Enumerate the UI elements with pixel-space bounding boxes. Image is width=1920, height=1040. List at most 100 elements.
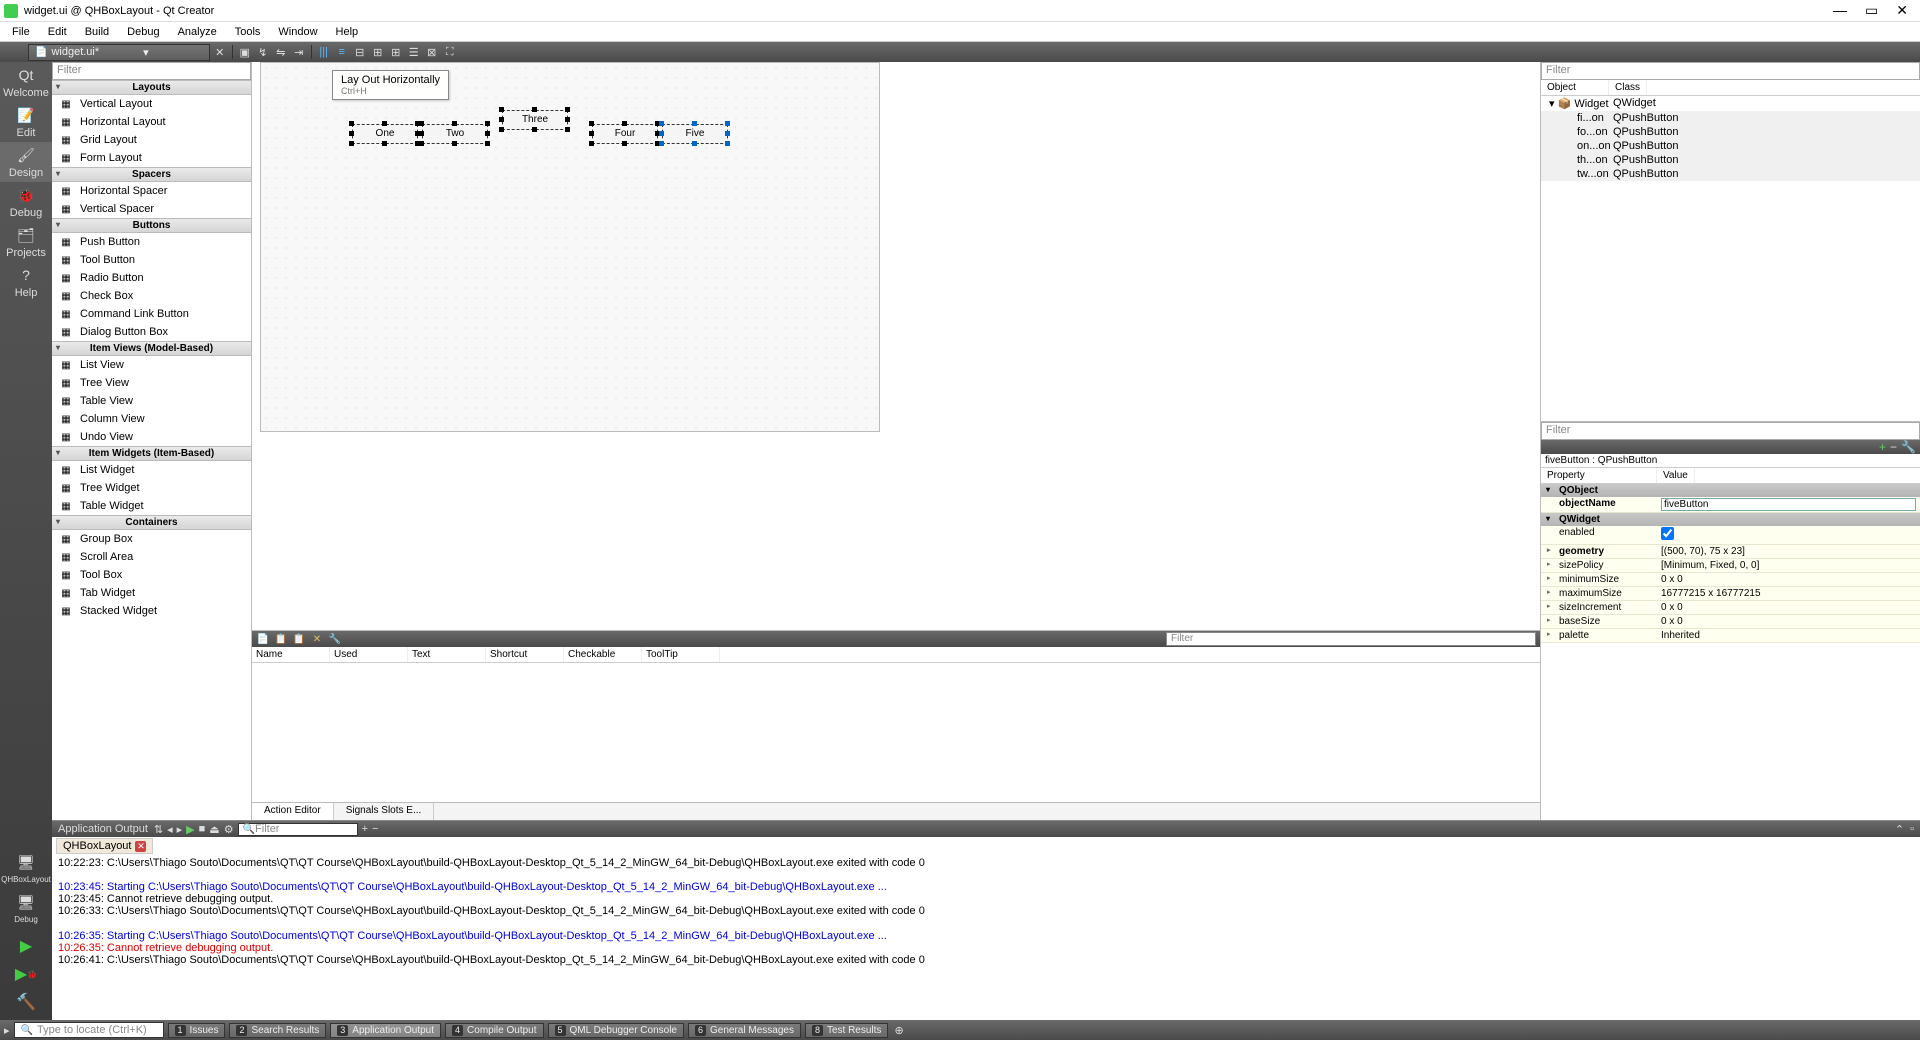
category-item-views-model-based-[interactable]: Item Views (Model-Based) [52, 341, 251, 356]
resize-handle[interactable] [452, 121, 457, 126]
close-button[interactable]: ✕ [1896, 2, 1908, 19]
action-col-checkable[interactable]: Checkable [564, 647, 642, 662]
prop-filter[interactable]: Filter [1541, 422, 1920, 440]
locator-input[interactable]: 🔍 Type to locate (Ctrl+K) [14, 1022, 164, 1038]
obj-child[interactable]: tw...onQPushButton [1541, 167, 1920, 181]
prop-row-maximumSize[interactable]: maximumSize16777215 x 16777215 [1541, 587, 1920, 601]
widget-form-layout[interactable]: ▦Form Layout [52, 149, 251, 167]
edit-signals-icon[interactable]: ↯ [255, 44, 271, 60]
widgetbox-filter[interactable]: Filter [52, 62, 251, 80]
edit-taborder-icon[interactable]: ⇥ [291, 44, 307, 60]
bottom-tab-test-results[interactable]: 8Test Results [805, 1023, 888, 1038]
output-close-icon[interactable]: ▫ [1910, 823, 1914, 835]
edit-widgets-icon[interactable]: ▣ [237, 44, 253, 60]
menu-build[interactable]: Build [77, 24, 117, 40]
menu-edit[interactable]: Edit [40, 24, 75, 40]
output-tab[interactable]: QHBoxLayout ✕ [56, 838, 153, 854]
widget-table-view[interactable]: ▦Table View [52, 392, 251, 410]
widget-tool-box[interactable]: ▦Tool Box [52, 566, 251, 584]
category-item-widgets-item-based-[interactable]: Item Widgets (Item-Based) [52, 446, 251, 461]
menu-window[interactable]: Window [270, 24, 325, 40]
new-action-icon[interactable]: 📄 [256, 632, 270, 646]
widget-undo-view[interactable]: ▦Undo View [52, 428, 251, 446]
close-tab-icon[interactable]: ✕ [135, 841, 146, 852]
widget-stacked-widget[interactable]: ▦Stacked Widget [52, 602, 251, 620]
resize-handle[interactable] [419, 131, 424, 136]
output-run-icon[interactable]: ▶ [186, 823, 194, 836]
action-tab[interactable]: Signals Slots E... [334, 803, 435, 820]
resize-handle[interactable] [659, 131, 664, 136]
widget-column-view[interactable]: ▦Column View [52, 410, 251, 428]
layout-horizontal-icon[interactable]: ||| [316, 44, 332, 60]
kit-selector[interactable]: 🖥 QHBoxLayout [0, 848, 52, 888]
resize-handle[interactable] [499, 117, 504, 122]
category-buttons[interactable]: Buttons [52, 218, 251, 233]
resize-handle[interactable] [532, 127, 537, 132]
build-button[interactable]: 🔨 [10, 990, 42, 1014]
widget-list-widget[interactable]: ▦List Widget [52, 461, 251, 479]
output-add-icon[interactable]: + [362, 823, 368, 835]
copy-action-icon[interactable]: 📋 [274, 632, 288, 646]
mode-debug[interactable]: 🐞Debug [0, 182, 52, 222]
output-settings-icon[interactable]: ⚙ [224, 823, 234, 836]
canvas[interactable]: Lay Out Horizontally Ctrl+H OneTwoThreeF… [252, 62, 1540, 630]
menu-help[interactable]: Help [328, 24, 367, 40]
bottom-tab-compile-output[interactable]: 4Compile Output [445, 1023, 544, 1038]
widget-horizontal-layout[interactable]: ▦Horizontal Layout [52, 113, 251, 131]
resize-handle[interactable] [419, 121, 424, 126]
prop-row-objectName[interactable]: objectName [1541, 497, 1920, 513]
layout-form-icon[interactable]: ☰ [406, 44, 422, 60]
resize-handle[interactable] [725, 131, 730, 136]
action-tab[interactable]: Action Editor [252, 803, 334, 820]
widget-check-box[interactable]: ▦Check Box [52, 287, 251, 305]
obj-child[interactable]: fi...onQPushButton [1541, 111, 1920, 125]
resize-handle[interactable] [349, 121, 354, 126]
prop-col-property[interactable]: Property [1541, 468, 1657, 483]
break-layout-icon[interactable]: ⊠ [424, 44, 440, 60]
widget-tree-view[interactable]: ▦Tree View [52, 374, 251, 392]
mode-welcome[interactable]: QtWelcome [0, 62, 52, 102]
resize-handle[interactable] [485, 131, 490, 136]
prop-input-objectName[interactable] [1661, 498, 1916, 511]
bottom-tab-qml-debugger-console[interactable]: 5QML Debugger Console [548, 1023, 684, 1038]
action-col-name[interactable]: Name [252, 647, 330, 662]
prop-row-palette[interactable]: paletteInherited [1541, 629, 1920, 643]
adjust-size-icon[interactable]: ⛶ [442, 44, 458, 60]
category-containers[interactable]: Containers [52, 515, 251, 530]
resize-handle[interactable] [382, 141, 387, 146]
resize-handle[interactable] [589, 131, 594, 136]
action-col-used[interactable]: Used [330, 647, 408, 662]
layout-vertical-icon[interactable]: ≡ [334, 44, 350, 60]
bottom-tab-search-results[interactable]: 2Search Results [229, 1023, 326, 1038]
action-col-text[interactable]: Text [408, 647, 486, 662]
obj-root[interactable]: ▾ 📦 WidgetQWidget [1541, 96, 1920, 111]
prop-cat-qobject[interactable]: QObject [1541, 484, 1920, 497]
layout-hsplitter-icon[interactable]: ⊟ [352, 44, 368, 60]
prop-col-value[interactable]: Value [1657, 468, 1695, 483]
widget-list-view[interactable]: ▦List View [52, 356, 251, 374]
output-attach-icon[interactable]: ⏏ [209, 823, 219, 836]
output-stop-icon[interactable]: ■ [199, 823, 206, 835]
widget-horizontal-spacer[interactable]: ▦Horizontal Spacer [52, 182, 251, 200]
resize-handle[interactable] [725, 121, 730, 126]
resize-handle[interactable] [622, 121, 627, 126]
output-body[interactable]: 10:22:23: C:\Users\Thiago Souto\Document… [52, 855, 1920, 1020]
deploy-config[interactable]: 🖥 Debug [0, 888, 52, 928]
resize-handle[interactable] [659, 121, 664, 126]
minimize-button[interactable]: — [1833, 2, 1847, 19]
menu-tools[interactable]: Tools [227, 24, 269, 40]
action-col-shortcut[interactable]: Shortcut [486, 647, 564, 662]
prop-row-minimumSize[interactable]: minimumSize0 x 0 [1541, 573, 1920, 587]
obj-child[interactable]: th...onQPushButton [1541, 153, 1920, 167]
mode-edit[interactable]: 📝Edit [0, 102, 52, 142]
widget-table-widget[interactable]: ▦Table Widget [52, 497, 251, 515]
widget-scroll-area[interactable]: ▦Scroll Area [52, 548, 251, 566]
action-table[interactable]: NameUsedTextShortcutCheckableToolTip [252, 647, 1540, 802]
remove-prop-icon[interactable]: − [1890, 440, 1897, 454]
resize-handle[interactable] [419, 141, 424, 146]
obj-col-class[interactable]: Class [1609, 80, 1647, 95]
widget-dialog-button-box[interactable]: ▦Dialog Button Box [52, 323, 251, 341]
prop-row-baseSize[interactable]: baseSize0 x 0 [1541, 615, 1920, 629]
obj-filter[interactable]: Filter [1541, 62, 1920, 80]
action-col-tooltip[interactable]: ToolTip [642, 647, 720, 662]
